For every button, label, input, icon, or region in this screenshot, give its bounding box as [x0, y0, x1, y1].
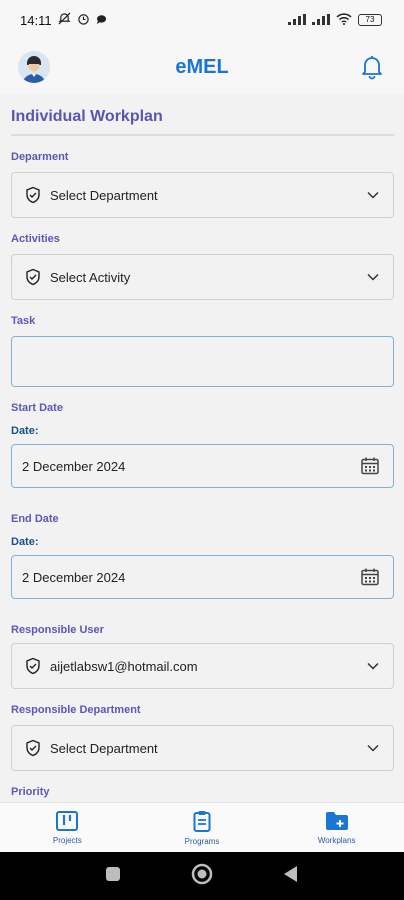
- calendar-icon[interactable]: [359, 456, 381, 476]
- calendar-icon[interactable]: [359, 567, 381, 587]
- clipboard-icon: [193, 810, 211, 832]
- nav-label-workplans: Workplans: [317, 835, 356, 845]
- responsible-user-select[interactable]: aijetlabsw1@hotmail.com: [11, 643, 394, 689]
- task-label: Task: [11, 315, 36, 327]
- board-icon: [56, 810, 79, 831]
- responsible-department-value: Select Department: [50, 740, 158, 756]
- status-right: 73: [288, 12, 382, 28]
- page-title: Individual Workplan: [11, 108, 394, 136]
- nav-label-projects: Projects: [52, 835, 82, 845]
- user-avatar-icon: [18, 51, 50, 83]
- status-bar: 14:11 73: [0, 0, 404, 40]
- status-left: 14:11: [20, 12, 107, 28]
- recent-apps-icon[interactable]: [105, 866, 121, 887]
- shield-check-icon: [24, 657, 42, 675]
- nav-item-programs[interactable]: Programs: [142, 810, 262, 846]
- home-icon[interactable]: [191, 863, 213, 890]
- end-date-value: 2 December 2024: [22, 569, 126, 585]
- workplan-form: Individual Workplan Deparment Select Dep…: [0, 94, 404, 802]
- app-title: eMEL: [175, 55, 229, 78]
- app-header: eMEL: [0, 40, 404, 94]
- notification-bell-icon[interactable]: [358, 53, 386, 81]
- bottom-nav: Projects Programs Workplans: [0, 802, 404, 852]
- start-date-value: 2 December 2024: [22, 458, 126, 474]
- department-value: Select Department: [50, 187, 158, 203]
- priority-label: Priority: [11, 786, 50, 798]
- chevron-down-icon: [365, 744, 381, 752]
- status-time: 14:11: [20, 12, 52, 28]
- shield-check-icon: [24, 739, 42, 757]
- chat-icon: [96, 13, 107, 28]
- shield-check-icon: [24, 186, 42, 204]
- activities-label: Activities: [11, 233, 60, 245]
- nav-item-projects[interactable]: Projects: [7, 810, 127, 845]
- battery-icon: 73: [358, 14, 382, 26]
- signal-icon-2: [312, 13, 330, 28]
- start-date-label: Start Date: [11, 402, 63, 414]
- signal-icon: [288, 13, 306, 28]
- chevron-down-icon: [365, 662, 381, 670]
- end-date-label: End Date: [11, 513, 59, 525]
- avatar[interactable]: [18, 51, 50, 83]
- shield-check-icon: [24, 268, 42, 286]
- folder-add-icon: [325, 811, 348, 830]
- responsible-user-label: Responsible User: [11, 624, 104, 636]
- department-select[interactable]: Select Department: [11, 172, 394, 218]
- start-date-sublabel: Date:: [11, 425, 39, 437]
- responsible-department-label: Responsible Department: [11, 704, 141, 716]
- back-icon[interactable]: [283, 865, 299, 888]
- responsible-user-value: aijetlabsw1@hotmail.com: [50, 658, 198, 674]
- activity-select[interactable]: Select Activity: [11, 254, 394, 300]
- responsible-department-select[interactable]: Select Department: [11, 725, 394, 771]
- department-label: Deparment: [11, 151, 69, 163]
- alarm-icon: [77, 12, 90, 28]
- chevron-down-icon: [365, 191, 381, 199]
- nav-label-programs: Programs: [184, 836, 220, 846]
- nav-item-workplans[interactable]: Workplans: [277, 811, 397, 845]
- system-nav-bar: [0, 852, 404, 900]
- wifi-icon: [336, 12, 352, 28]
- chevron-down-icon: [365, 273, 381, 281]
- end-date-sublabel: Date:: [11, 536, 39, 548]
- start-date-field[interactable]: 2 December 2024: [11, 444, 394, 488]
- end-date-field[interactable]: 2 December 2024: [11, 555, 394, 599]
- activity-value: Select Activity: [50, 269, 131, 285]
- mute-icon: [57, 12, 71, 28]
- task-input[interactable]: [11, 336, 394, 387]
